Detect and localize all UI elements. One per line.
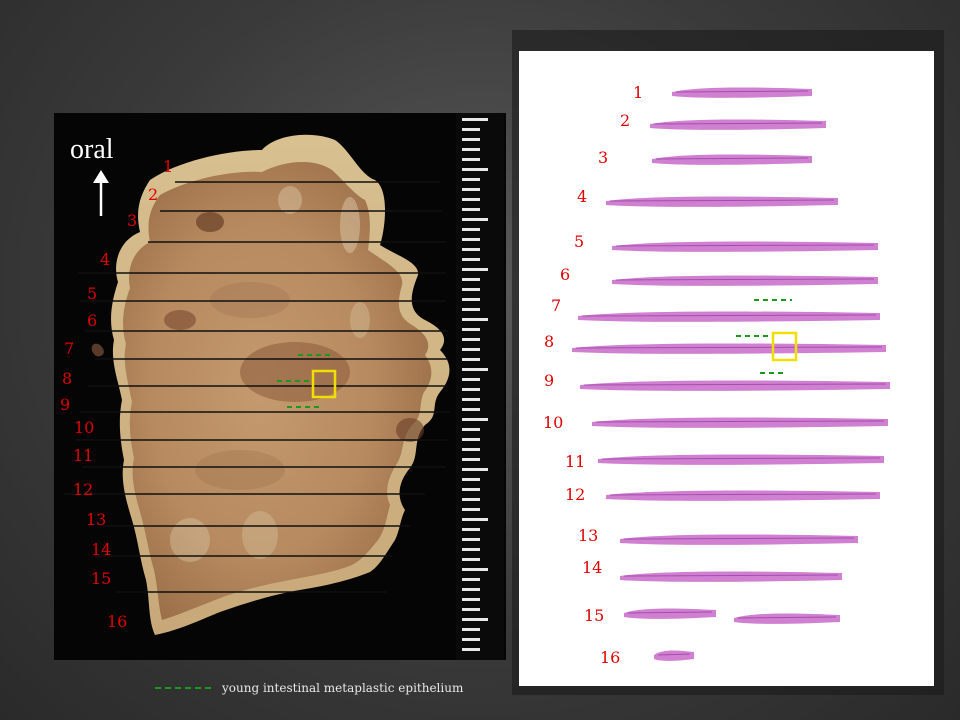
gross-section-number: 8: [62, 369, 72, 388]
histology-section-number: 16: [600, 648, 620, 667]
histology-section-number: 5: [574, 232, 584, 251]
gross-photo-panel: 12345678910111213141516 oral: [54, 113, 506, 660]
orientation-label: oral: [70, 134, 114, 165]
histology-section-number: 9: [544, 371, 554, 390]
gross-section-number: 3: [127, 211, 137, 230]
legend: young intestinal metaplastic epithelium: [155, 681, 464, 695]
legend-label: young intestinal metaplastic epithelium: [221, 681, 464, 695]
histology-section-number: 10: [543, 413, 563, 432]
histology-section-number: 4: [577, 187, 587, 206]
histology-section-number: 6: [560, 265, 570, 284]
gross-section-number: 9: [60, 395, 70, 414]
gross-section-number: 11: [73, 446, 93, 465]
ruler: [456, 113, 504, 660]
gross-section-number: 2: [148, 185, 158, 204]
gross-section-number: 16: [107, 612, 127, 631]
figure-canvas: 12345678910111213141516 oral 12345678910…: [54, 30, 944, 695]
histology-section-number: 13: [578, 526, 598, 545]
histology-section-number: 12: [565, 485, 585, 504]
histology-section-number: 7: [551, 296, 561, 315]
gross-section-number: 7: [64, 339, 74, 358]
gross-section-number: 10: [74, 418, 94, 437]
gross-section-number: 4: [100, 250, 110, 269]
gross-section-number: 5: [87, 284, 97, 303]
histology-slide-background: [519, 51, 934, 686]
histology-section-number: 1: [633, 83, 643, 102]
histology-section-number: 14: [582, 558, 602, 577]
gross-section-number: 1: [163, 157, 173, 176]
histology-section-number: 8: [544, 332, 554, 351]
histology-section-number: 2: [620, 111, 630, 130]
histology-section-number: 11: [565, 452, 585, 471]
histology-section-number: 3: [598, 148, 608, 167]
histology-panel: 12345678910111213141516: [512, 30, 944, 695]
gross-section-number: 13: [86, 510, 106, 529]
gross-section-number: 15: [91, 569, 111, 588]
gross-section-number: 14: [91, 540, 111, 559]
gross-section-number: 6: [87, 311, 97, 330]
gross-section-number: 12: [73, 480, 93, 499]
histology-section-number: 15: [584, 606, 604, 625]
